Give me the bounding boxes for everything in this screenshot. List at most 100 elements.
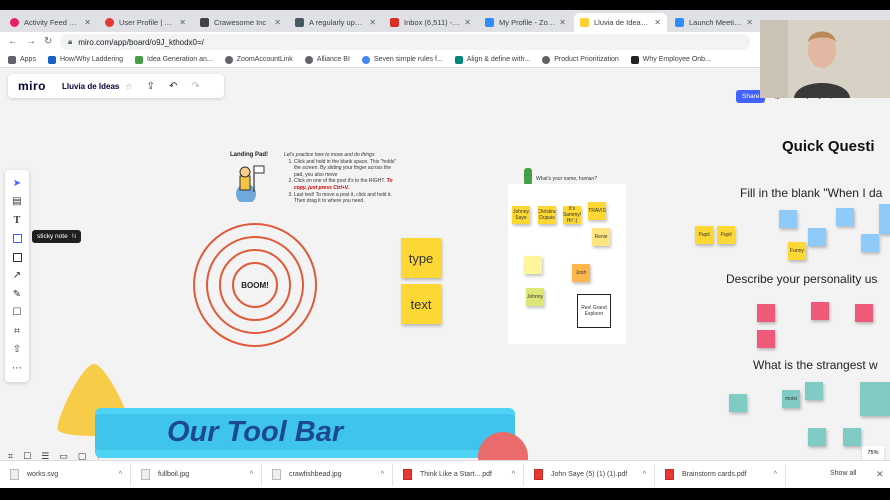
answer-sticky[interactable] bbox=[811, 302, 829, 320]
download-item[interactable]: crawfishbead.jpg ^ bbox=[262, 463, 393, 486]
tab-zoom-profile[interactable]: My Profile - Zoom ✕ bbox=[479, 13, 572, 32]
download-item[interactable]: works.svg ^ bbox=[0, 463, 131, 486]
answer-sticky[interactable] bbox=[843, 428, 861, 446]
tab-close-icon[interactable]: ✕ bbox=[84, 18, 91, 27]
answer-sticky[interactable]: Pupil bbox=[695, 226, 713, 244]
answer-sticky[interactable] bbox=[757, 330, 775, 348]
export-icon[interactable]: ⇪ bbox=[147, 81, 155, 92]
bookmark-employee-onboarding[interactable]: Why Employee Onb... bbox=[630, 55, 711, 64]
more-tools-icon[interactable]: ⋯ bbox=[7, 359, 27, 378]
answer-sticky[interactable] bbox=[855, 304, 873, 322]
lock-icon: 🔒︎ bbox=[68, 37, 73, 46]
shape-tool-icon[interactable] bbox=[7, 248, 27, 267]
sticky-note-name[interactable]: Johnny Saye bbox=[512, 206, 530, 224]
board-name[interactable]: Lluvia de Ideas bbox=[62, 82, 119, 91]
answer-sticky[interactable] bbox=[808, 428, 826, 446]
tab-activity-feed[interactable]: Activity Feed desig ✕ bbox=[4, 13, 97, 32]
answer-sticky[interactable] bbox=[860, 382, 890, 416]
answer-sticky[interactable]: moist bbox=[782, 390, 800, 408]
bookmark-product-prioritization[interactable]: Product Prioritization bbox=[542, 55, 619, 64]
bookmark-align-define[interactable]: Align & define with... bbox=[454, 55, 530, 64]
text-tool-icon[interactable]: T bbox=[7, 211, 27, 230]
miro-board-canvas[interactable]: miro Lluvia de Ideas ☆ ⇪ ↶ ↷ Share ⚙ ✉ ?… bbox=[0, 68, 890, 470]
bookmark-idea-generation[interactable]: Idea Generation an... bbox=[135, 55, 213, 64]
tab-user-profile[interactable]: User Profile | Even ✕ bbox=[99, 13, 192, 32]
left-toolbar: ➤ ▤ T ↗ ✎ ☐ ⌗ ⇧ ⋯ bbox=[5, 170, 29, 382]
sticky-note-name[interactable]: TRAVIS bbox=[588, 202, 606, 220]
undo-icon[interactable]: ↶ bbox=[169, 81, 177, 92]
star-icon[interactable]: ☆ bbox=[125, 82, 132, 91]
close-downloads-icon[interactable]: ✕ bbox=[876, 469, 884, 480]
answer-sticky[interactable] bbox=[805, 382, 823, 400]
sticky-note-name[interactable]: It's Sammy! Hi! :) bbox=[563, 206, 581, 224]
chevron-up-icon[interactable]: ^ bbox=[643, 471, 646, 478]
frame-icon[interactable]: ⌗ bbox=[7, 322, 27, 341]
forward-icon[interactable]: → bbox=[26, 36, 36, 47]
chevron-up-icon[interactable]: ^ bbox=[774, 471, 777, 478]
comment-icon[interactable]: ☐ bbox=[7, 304, 27, 323]
connection-line-icon[interactable]: ↗ bbox=[7, 267, 27, 286]
download-filename: Think Like a Start....pdf bbox=[420, 471, 492, 478]
presenter-video bbox=[760, 20, 890, 98]
sticky-note-text[interactable]: text bbox=[401, 284, 441, 324]
tab-label: A regularly update bbox=[309, 18, 366, 27]
tab-close-icon[interactable]: ✕ bbox=[559, 18, 566, 27]
bookmark-alliance-bi[interactable]: Alliance BI bbox=[304, 55, 350, 64]
bookmark-zoom-account[interactable]: ZoomAccountLink bbox=[224, 55, 293, 64]
tab-inbox[interactable]: Inbox (6,511) - ro ✕ bbox=[384, 13, 477, 32]
answer-sticky[interactable]: Pupil bbox=[717, 226, 735, 244]
chevron-up-icon[interactable]: ^ bbox=[119, 471, 122, 478]
download-item[interactable]: Think Like a Start....pdf ^ bbox=[393, 463, 524, 486]
templates-icon[interactable]: ▤ bbox=[7, 193, 27, 212]
tab-close-icon[interactable]: ✕ bbox=[369, 18, 376, 27]
bookmark-apps[interactable]: Apps bbox=[8, 55, 36, 64]
tab-close-icon[interactable]: ✕ bbox=[464, 18, 471, 27]
answer-sticky[interactable] bbox=[836, 208, 854, 226]
tab-close-icon[interactable]: ✕ bbox=[654, 18, 661, 27]
pdf-file-icon bbox=[534, 469, 543, 480]
back-icon[interactable]: ← bbox=[8, 36, 18, 47]
chevron-up-icon[interactable]: ^ bbox=[381, 471, 384, 478]
tab-lluvia-de-ideas[interactable]: Lluvia de Ideas, On ✕ bbox=[574, 13, 667, 32]
sticky-note-name[interactable]: Johnny bbox=[526, 288, 544, 306]
bookmark-seven-rules[interactable]: Seven simple rules f... bbox=[361, 55, 443, 64]
pen-icon[interactable]: ✎ bbox=[7, 285, 27, 304]
url-field[interactable]: 🔒︎ miro.com/app/board/o9J_kthodx0=/ bbox=[60, 34, 750, 50]
download-item[interactable]: fullboil.jpg ^ bbox=[131, 463, 262, 486]
redo-icon[interactable]: ↷ bbox=[191, 81, 199, 92]
bookmark-icon bbox=[135, 55, 143, 64]
answer-sticky[interactable] bbox=[861, 234, 879, 252]
download-item[interactable]: John Saye (5) (1) (1).pdf ^ bbox=[524, 463, 655, 486]
download-item[interactable]: Brainstorm cards.pdf ^ bbox=[655, 463, 786, 486]
show-all-downloads-button[interactable]: Show all bbox=[830, 470, 856, 477]
webcam-feed bbox=[760, 20, 890, 98]
chevron-up-icon[interactable]: ^ bbox=[250, 471, 253, 478]
answer-sticky[interactable] bbox=[729, 394, 747, 412]
sticky-note-name[interactable]: Rex! Grand Explorer bbox=[577, 294, 611, 328]
sticky-note-name[interactable]: Renie bbox=[592, 228, 610, 246]
answer-sticky[interactable] bbox=[808, 228, 826, 246]
tool-bar-banner: Our Tool Bar bbox=[95, 408, 515, 458]
reload-icon[interactable]: ↻ bbox=[44, 36, 52, 47]
zoom-level[interactable]: 75% bbox=[862, 446, 884, 460]
sticky-note-type[interactable]: type bbox=[401, 238, 441, 278]
tab-close-icon[interactable]: ✕ bbox=[746, 18, 753, 27]
sticky-note-name[interactable]: Josh bbox=[572, 264, 590, 282]
tab-crawesome[interactable]: Crawesome Inc ✕ bbox=[194, 13, 287, 32]
chevron-up-icon[interactable]: ^ bbox=[512, 471, 515, 478]
tab-regularly-updated[interactable]: A regularly update ✕ bbox=[289, 13, 382, 32]
sticky-note-blank[interactable] bbox=[524, 256, 542, 274]
sticky-note-icon[interactable] bbox=[7, 230, 27, 249]
tab-close-icon[interactable]: ✕ bbox=[274, 18, 281, 27]
answer-sticky[interactable] bbox=[879, 204, 890, 234]
sticky-note-name[interactable]: Christina Dupuis bbox=[538, 206, 556, 224]
tab-close-icon[interactable]: ✕ bbox=[179, 18, 186, 27]
upload-icon[interactable]: ⇧ bbox=[7, 341, 27, 360]
bookmark-laddering[interactable]: How/Why Laddering bbox=[47, 55, 123, 64]
answer-sticky[interactable] bbox=[757, 304, 775, 322]
tab-launch-meeting[interactable]: Launch Meeting - ✕ bbox=[669, 13, 759, 32]
answer-sticky[interactable] bbox=[779, 210, 797, 228]
answer-sticky[interactable]: Funny bbox=[788, 242, 806, 260]
select-cursor-icon[interactable]: ➤ bbox=[7, 174, 27, 193]
bookmark-label: Alliance BI bbox=[316, 56, 350, 63]
